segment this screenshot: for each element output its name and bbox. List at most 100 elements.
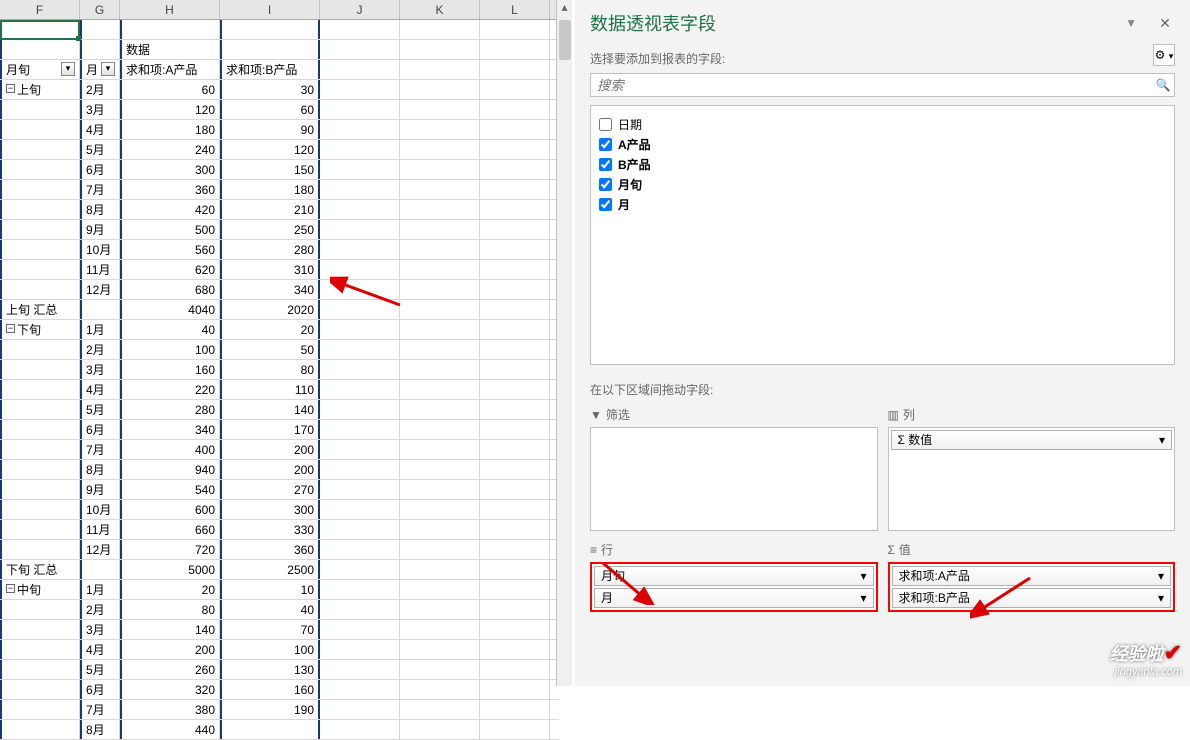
cell[interactable] [400,280,480,299]
cell[interactable] [0,600,80,619]
cell[interactable] [400,400,480,419]
cell[interactable] [400,540,480,559]
cell[interactable] [400,720,480,739]
cell[interactable] [400,320,480,339]
cell[interactable] [400,240,480,259]
cell[interactable]: 7月 [80,700,120,719]
cell[interactable]: 360 [220,540,320,559]
cell[interactable]: 600 [120,500,220,519]
cell[interactable] [0,640,80,659]
cell[interactable]: 2500 [220,560,320,579]
cell[interactable] [400,520,480,539]
cell[interactable] [220,40,320,59]
cell[interactable] [480,660,550,679]
cell[interactable] [80,560,120,579]
cell[interactable]: 月旬▾ [0,60,80,79]
cell[interactable] [320,200,400,219]
cell[interactable] [480,580,550,599]
cell[interactable] [480,260,550,279]
cell[interactable] [480,80,550,99]
cell[interactable] [320,480,400,499]
collapse-icon[interactable]: − [6,584,15,593]
cell[interactable] [480,720,550,739]
cell[interactable] [400,220,480,239]
cell[interactable]: 200 [120,640,220,659]
cell[interactable] [400,300,480,319]
cell[interactable]: 6月 [80,680,120,699]
cell[interactable] [400,160,480,179]
cell[interactable]: 120 [220,140,320,159]
cell[interactable]: 320 [120,680,220,699]
cell[interactable]: 140 [220,400,320,419]
cell[interactable] [0,340,80,359]
cell[interactable]: 120 [120,100,220,119]
area-item[interactable]: 月旬▾ [594,566,874,586]
cell[interactable]: 310 [220,260,320,279]
cell[interactable] [320,220,400,239]
area-item[interactable]: 求和项:A产品▾ [892,566,1172,586]
cell[interactable] [400,660,480,679]
field-checkbox[interactable] [599,178,612,191]
cell[interactable]: 8月 [80,200,120,219]
cell[interactable] [480,420,550,439]
close-icon[interactable]: ✕ [1155,15,1175,32]
cell[interactable] [400,180,480,199]
cell[interactable] [400,600,480,619]
cell[interactable] [320,400,400,419]
cell[interactable]: 2月 [80,80,120,99]
cell[interactable] [400,100,480,119]
scroll-thumb[interactable] [559,20,571,60]
area-item[interactable]: 月▾ [594,588,874,608]
cell[interactable]: 3月 [80,360,120,379]
cell[interactable]: 12月 [80,540,120,559]
cell[interactable] [0,100,80,119]
cell[interactable]: 3月 [80,620,120,639]
cell[interactable]: 80 [220,360,320,379]
cell[interactable]: 9月 [80,220,120,239]
cell[interactable]: 60 [120,80,220,99]
cell[interactable]: −中旬 [0,580,80,599]
cell[interactable] [480,40,550,59]
cell[interactable] [480,60,550,79]
scroll-up-icon[interactable]: ▴ [557,0,572,16]
cell[interactable] [320,180,400,199]
dropdown-icon[interactable]: ▾ [101,62,115,76]
rows-area[interactable]: 月旬▾ 月▾ [590,562,878,612]
cell[interactable]: 7月 [80,440,120,459]
cell[interactable] [0,240,80,259]
cell[interactable]: 2020 [220,300,320,319]
cell[interactable]: 280 [120,400,220,419]
cell[interactable]: 11月 [80,520,120,539]
cell[interactable] [320,500,400,519]
cell[interactable]: 170 [220,420,320,439]
cell[interactable] [120,20,220,39]
cell[interactable]: 160 [220,680,320,699]
cell[interactable]: 100 [120,340,220,359]
cell[interactable] [320,60,400,79]
cell[interactable]: 10月 [80,240,120,259]
cell[interactable] [480,180,550,199]
cell[interactable] [320,700,400,719]
cell[interactable]: 10月 [80,500,120,519]
cell[interactable] [320,260,400,279]
cell[interactable]: 660 [120,520,220,539]
cell[interactable]: 20 [120,580,220,599]
cell[interactable]: 11月 [80,260,120,279]
cell[interactable] [320,20,400,39]
cell[interactable]: 400 [120,440,220,459]
cell[interactable]: 540 [120,480,220,499]
search-box[interactable]: 🔍 [590,73,1175,97]
cell[interactable] [400,620,480,639]
col-I[interactable]: I [220,0,320,19]
cell[interactable] [320,360,400,379]
cell[interactable]: 10 [220,580,320,599]
cell[interactable]: 12月 [80,280,120,299]
cell[interactable] [320,600,400,619]
cell[interactable]: 200 [220,440,320,459]
cell[interactable] [0,260,80,279]
cell[interactable] [480,380,550,399]
cell[interactable] [320,40,400,59]
cell[interactable]: 220 [120,380,220,399]
vertical-scrollbar[interactable]: ▴ [556,0,572,686]
cell[interactable]: 210 [220,200,320,219]
